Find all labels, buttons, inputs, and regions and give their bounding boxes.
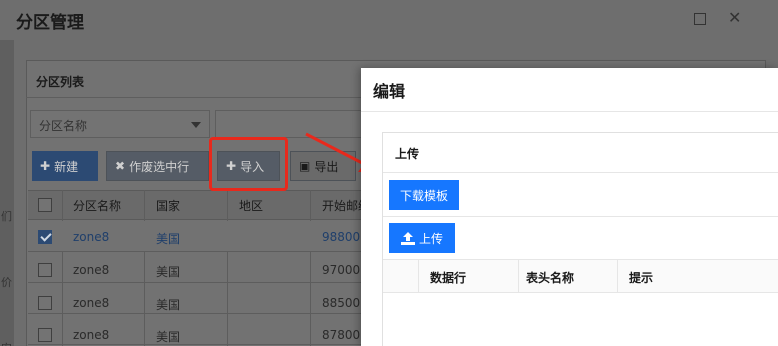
cell-country: 美国 [156, 298, 181, 312]
left-edge-panel: 们 价 安 [0, 40, 14, 346]
cell-zip: 87800 [322, 328, 361, 342]
x-icon: ✖ [115, 159, 126, 173]
column-header[interactable]: 表头名称 [526, 269, 574, 286]
plus-icon: ✚ [40, 159, 51, 173]
cell-zone-name: zone8 [73, 230, 110, 244]
close-icon[interactable]: ✕ [728, 8, 741, 27]
chevron-down-icon [191, 122, 201, 128]
window-titlebar: 分区管理 ✕ [0, 0, 778, 40]
maximize-icon[interactable] [694, 13, 706, 25]
column-header[interactable]: 数据行 [430, 269, 466, 286]
column-header[interactable]: 分区名称 [73, 197, 121, 214]
void-button-label: 作废选中行 [129, 159, 190, 174]
cell-country: 美国 [156, 232, 181, 246]
import-highlight-box [209, 137, 288, 191]
row-checkbox[interactable] [38, 328, 52, 342]
column-header[interactable]: 地区 [239, 197, 263, 214]
column-header[interactable]: 国家 [156, 197, 180, 214]
void-selected-button[interactable]: ✖ 作废选中行 [106, 151, 209, 181]
upload-section-title: 上传 [395, 147, 420, 161]
left-edge-text: 价 [1, 276, 12, 289]
column-header[interactable]: 提示 [629, 269, 653, 286]
left-edge-text: 安 [1, 340, 12, 346]
cell-zip: 97000 [322, 263, 361, 277]
cell-zone-name: zone8 [73, 296, 110, 310]
column-divider [418, 259, 419, 293]
column-divider [617, 259, 618, 293]
select-placeholder: 分区名称 [39, 119, 88, 133]
row-checkbox[interactable] [38, 296, 52, 310]
edit-dialog: 编辑 上传 下载模板 上传 数据行 表头名称 提示 [361, 68, 778, 346]
upload-button-label: 上传 [418, 231, 443, 246]
new-button[interactable]: ✚ 新建 [32, 151, 98, 181]
upload-icon [400, 231, 415, 245]
panel-title: 分区列表 [36, 75, 85, 89]
cell-country: 美国 [156, 330, 181, 344]
column-divider [518, 259, 519, 293]
row-checkbox[interactable] [38, 263, 52, 277]
window-title: 分区管理 [16, 13, 84, 33]
download-template-button[interactable]: 下载模板 [389, 180, 459, 210]
zone-name-select[interactable]: 分区名称 [30, 110, 210, 138]
divider [361, 111, 778, 112]
dialog-title: 编辑 [373, 82, 406, 101]
cell-country: 美国 [156, 265, 181, 279]
divider [383, 216, 778, 217]
cell-zone-name: zone8 [73, 263, 110, 277]
cell-zone-name: zone8 [73, 328, 110, 342]
cell-zip: 98800 [322, 230, 361, 244]
row-checkbox[interactable] [38, 230, 52, 244]
cell-zip: 88500 [322, 296, 361, 310]
upload-button[interactable]: 上传 [389, 223, 455, 253]
select-all-checkbox[interactable] [38, 198, 52, 212]
divider [383, 172, 778, 173]
left-edge-text: 们 [1, 210, 12, 223]
new-button-label: 新建 [54, 159, 79, 174]
